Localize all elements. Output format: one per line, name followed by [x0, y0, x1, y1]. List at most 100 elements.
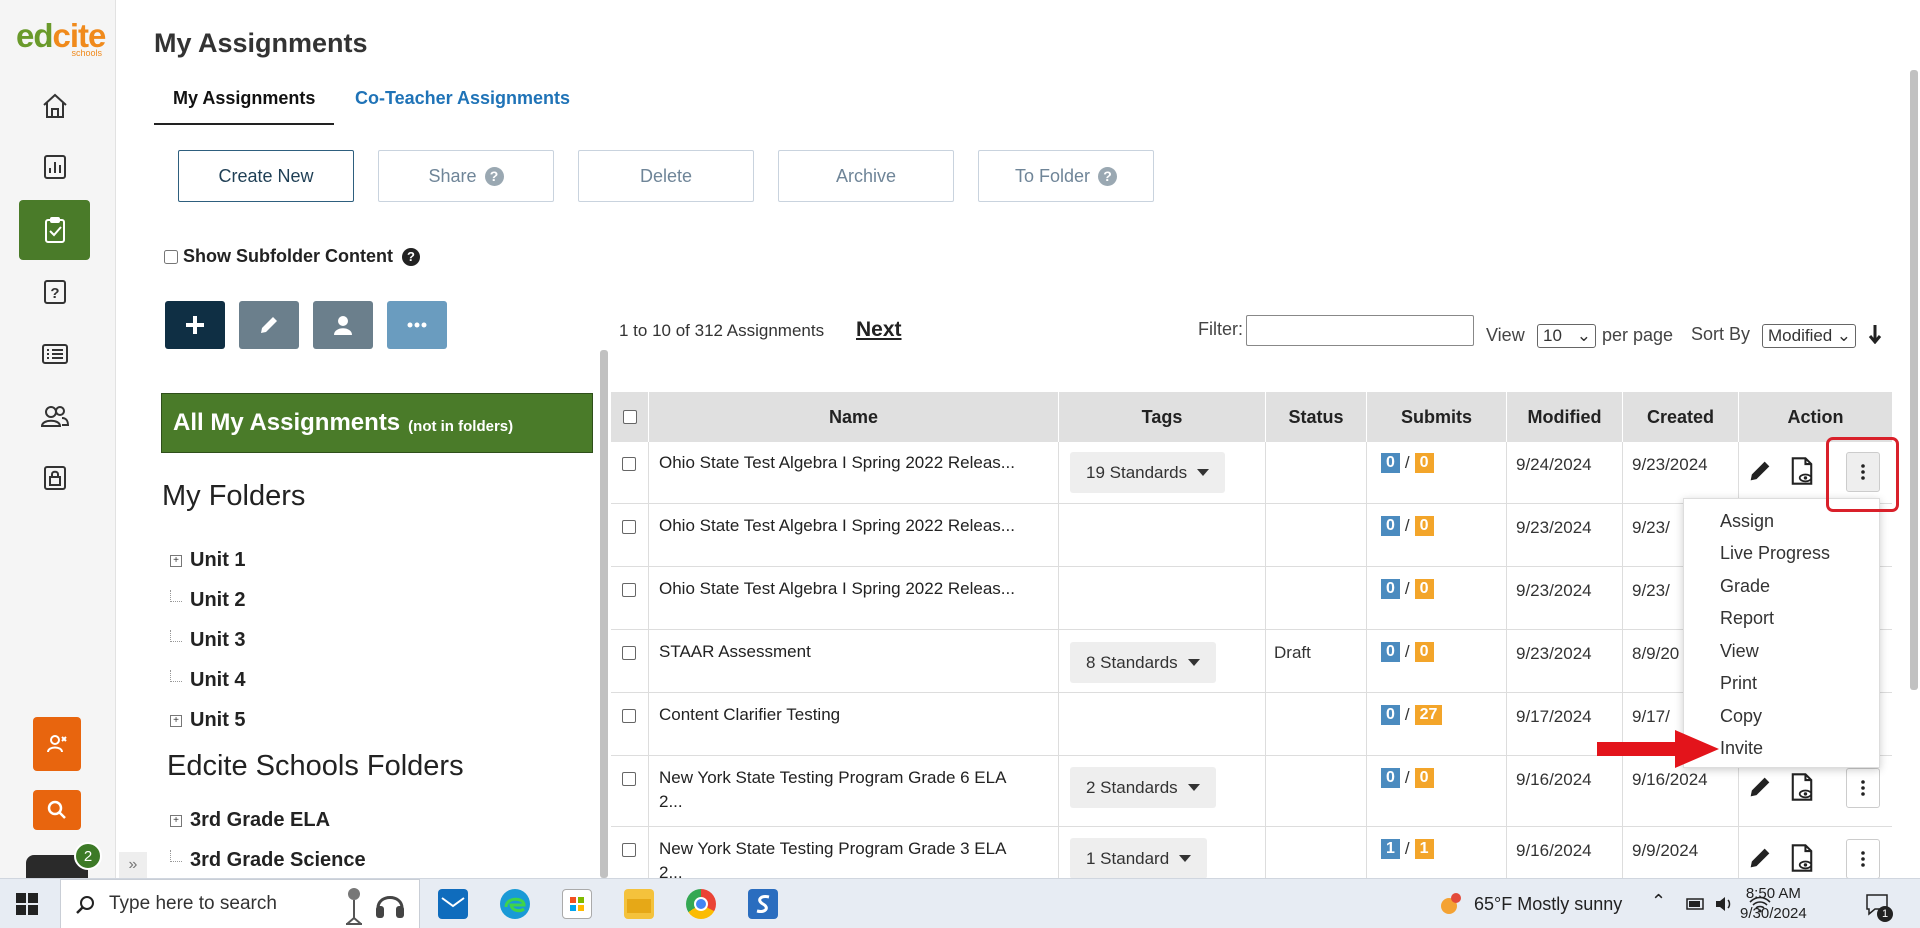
share-folder-button[interactable] — [313, 301, 373, 349]
preview-icon[interactable] — [1788, 772, 1816, 802]
row-checkbox[interactable] — [622, 709, 636, 723]
menu-item-print[interactable]: Print — [1720, 673, 1757, 694]
menu-item-grade[interactable]: Grade — [1720, 576, 1770, 597]
folder-item[interactable]: 3rd Grade Science — [170, 849, 366, 872]
folder-item[interactable]: Unit 3 — [170, 629, 246, 652]
show-subfolder-toggle[interactable]: Show Subfolder Content ? — [164, 246, 420, 267]
edit-folder-button[interactable] — [239, 301, 299, 349]
account-icon[interactable] — [33, 717, 81, 771]
row-checkbox[interactable] — [622, 646, 636, 660]
archive-button[interactable]: Archive — [778, 150, 954, 202]
select-all-checkbox[interactable] — [622, 410, 637, 424]
menu-item-view[interactable]: View — [1720, 641, 1759, 662]
help-icon[interactable]: ? — [484, 166, 504, 186]
edge-icon[interactable] — [500, 889, 530, 919]
classes-icon[interactable] — [19, 386, 90, 446]
file-explorer-icon[interactable] — [624, 889, 654, 919]
tags-dropdown[interactable]: 19 Standards — [1070, 452, 1226, 493]
assignment-name[interactable]: Content Clarifier Testing — [659, 703, 840, 727]
row-checkbox[interactable] — [622, 520, 636, 534]
folder-item[interactable]: Unit 2 — [170, 589, 246, 612]
pencil-icon[interactable] — [1746, 773, 1774, 801]
sort-select[interactable]: Modified ⌄ — [1762, 324, 1856, 348]
reports-icon[interactable] — [19, 137, 90, 197]
row-checkbox[interactable] — [622, 772, 636, 786]
assignment-name[interactable]: Ohio State Test Algebra I Spring 2022 Re… — [659, 577, 1015, 601]
tags-dropdown[interactable]: 8 Standards — [1070, 642, 1216, 683]
assignment-name[interactable]: Ohio State Test Algebra I Spring 2022 Re… — [659, 514, 1015, 538]
more-actions-button[interactable] — [1846, 839, 1880, 878]
more-folder-button[interactable] — [387, 301, 447, 349]
snagit-icon[interactable] — [748, 889, 778, 919]
create-new-button[interactable]: Create New — [178, 150, 354, 202]
volume-icon[interactable] — [1713, 893, 1735, 915]
sort-direction-icon[interactable] — [1868, 324, 1882, 350]
header-submits[interactable]: Submits — [1367, 392, 1507, 442]
windows-start-icon[interactable] — [16, 893, 38, 915]
next-page-link[interactable]: Next — [856, 318, 902, 342]
assignment-name[interactable]: Ohio State Test Algebra I Spring 2022 Re… — [659, 451, 1015, 475]
tags-dropdown[interactable]: 1 Standard — [1070, 838, 1208, 878]
weather-text[interactable]: 65°F Mostly sunny — [1474, 894, 1622, 915]
share-button[interactable]: Share? — [378, 150, 554, 202]
menu-item-report[interactable]: Report — [1720, 608, 1774, 629]
header-created[interactable]: Created — [1623, 392, 1739, 442]
subfolder-checkbox[interactable] — [164, 249, 178, 264]
expand-icon[interactable]: + — [170, 814, 182, 827]
header-tags[interactable]: Tags — [1059, 392, 1266, 442]
help-icon[interactable]: ? — [1098, 166, 1118, 186]
lock-icon[interactable] — [19, 448, 90, 508]
expand-icon[interactable]: + — [170, 554, 182, 567]
add-folder-button[interactable] — [165, 301, 225, 349]
assignments-icon[interactable] — [19, 200, 90, 260]
modified-date: 9/17/2024 — [1516, 707, 1592, 726]
folder-item[interactable]: + Unit 5 — [170, 709, 246, 732]
store-icon[interactable] — [562, 889, 592, 919]
preview-icon[interactable] — [1788, 843, 1816, 873]
to-folder-button[interactable]: To Folder? — [978, 150, 1154, 202]
delete-button[interactable]: Delete — [578, 150, 754, 202]
menu-item-live-progress[interactable]: Live Progress — [1720, 543, 1830, 564]
folders-scrollbar[interactable] — [600, 350, 608, 878]
battery-icon[interactable] — [1686, 897, 1706, 911]
expand-icon[interactable]: + — [170, 714, 182, 727]
questions-icon[interactable]: ? — [19, 262, 90, 322]
preview-icon[interactable] — [1788, 456, 1816, 486]
assignment-name[interactable]: STAAR Assessment — [659, 640, 811, 664]
all-my-assignments-folder[interactable]: All My Assignments (not in folders) — [161, 393, 593, 453]
tab-co-teacher[interactable]: Co-Teacher Assignments — [355, 88, 570, 109]
page-scrollbar[interactable] — [1910, 70, 1918, 690]
folder-item[interactable]: +3rd Grade ELA — [170, 809, 330, 832]
search-icon[interactable] — [33, 790, 81, 830]
system-clock[interactable]: 8:50 AM 9/30/2024 — [1740, 884, 1807, 924]
tab-my-assignments[interactable]: My Assignments — [154, 88, 334, 125]
row-checkbox[interactable] — [622, 843, 636, 857]
header-name[interactable]: Name — [649, 392, 1059, 442]
menu-item-assign[interactable]: Assign — [1720, 511, 1774, 532]
mail-icon[interactable] — [438, 889, 468, 919]
header-status[interactable]: Status — [1266, 392, 1367, 442]
header-modified[interactable]: Modified — [1507, 392, 1623, 442]
help-icon[interactable]: ? — [401, 247, 420, 266]
per-page-select[interactable]: 10 ⌄ — [1537, 324, 1596, 348]
more-actions-button[interactable] — [1846, 768, 1880, 808]
tags-dropdown[interactable]: 2 Standards — [1070, 767, 1216, 808]
folder-item[interactable]: Unit 4 — [170, 669, 246, 692]
chrome-icon[interactable] — [686, 889, 716, 919]
collapse-sidebar-button[interactable]: » — [119, 852, 147, 878]
assignment-name[interactable]: New York State Testing Program Grade 6 E… — [659, 766, 1019, 814]
filter-input[interactable] — [1246, 315, 1474, 346]
chevron-up-icon[interactable]: ⌃ — [1651, 891, 1666, 912]
assignment-name[interactable]: New York State Testing Program Grade 3 E… — [659, 837, 1019, 878]
row-checkbox[interactable] — [622, 583, 636, 597]
folder-item[interactable]: + Unit 1 — [170, 549, 246, 572]
menu-item-invite[interactable]: Invite — [1720, 738, 1763, 759]
pencil-icon[interactable] — [1746, 844, 1774, 872]
taskbar-search[interactable]: Type here to search — [60, 879, 420, 928]
list-icon[interactable] — [19, 324, 90, 384]
pencil-icon[interactable] — [1746, 457, 1774, 485]
menu-item-copy[interactable]: Copy — [1720, 706, 1762, 727]
row-checkbox[interactable] — [622, 457, 636, 471]
home-icon[interactable] — [19, 76, 90, 136]
edcite-logo[interactable]: edcite schools — [16, 18, 106, 59]
